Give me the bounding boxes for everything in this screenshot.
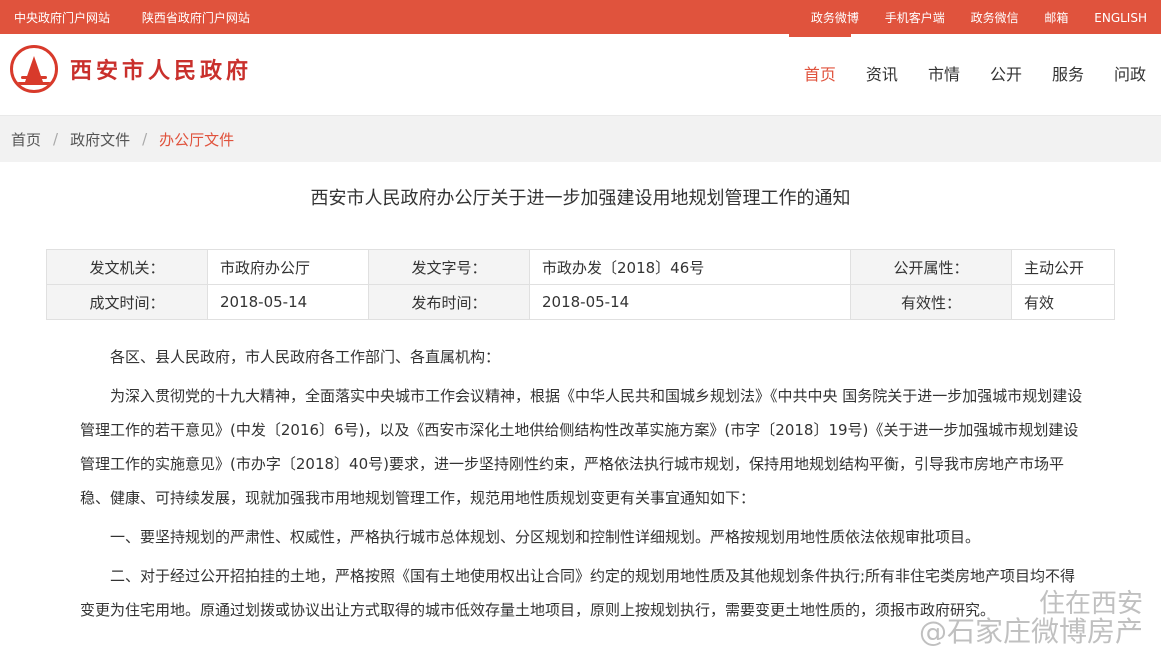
table-row: 成文时间： 2018-05-14 发布时间： 2018-05-14 有效性： 有… bbox=[46, 284, 1115, 320]
link-weibo[interactable]: 政务微博 bbox=[811, 11, 859, 25]
city-emblem-icon bbox=[10, 45, 58, 93]
top-bar: 中央政府门户网站 陕西省政府门户网站 政务微博 手机客户端 政务微信 邮箱 EN… bbox=[0, 0, 1161, 34]
table-row: 发文机关： 市政府办公厅 发文字号： 市政办发〔2018〕46号 公开属性： 主… bbox=[46, 249, 1115, 285]
nav-inquiry[interactable]: 问政 bbox=[1099, 34, 1161, 115]
validity-label: 有效性： bbox=[850, 284, 1012, 320]
validity-value: 有效 bbox=[1011, 284, 1115, 320]
breadcrumb-current[interactable]: 办公厅文件 bbox=[159, 129, 234, 150]
nav-open[interactable]: 公开 bbox=[975, 34, 1037, 115]
document-body: 各区、县人民政府，市人民政府各工作部门、各直属机构： 为深入贯彻党的十九大精神，… bbox=[80, 340, 1085, 627]
body-paragraph: 二、对于经过公开招拍挂的土地，严格按照《国有土地使用权出让合同》约定的规划用地性… bbox=[80, 567, 1076, 619]
public-label: 公开属性： bbox=[850, 249, 1012, 285]
main-nav: 首页 资讯 市情 公开 服务 问政 bbox=[788, 34, 1161, 115]
issuer-value: 市政府办公厅 bbox=[207, 249, 369, 285]
body-paragraph: 一、要坚持规划的严肃性、权威性，严格执行城市总体规划、分区规划和控制性详细规划。… bbox=[110, 528, 981, 546]
link-shaanxi-gov[interactable]: 陕西省政府门户网站 bbox=[142, 11, 250, 25]
link-mail[interactable]: 邮箱 bbox=[1044, 11, 1068, 25]
published-value: 2018-05-14 bbox=[529, 284, 851, 320]
breadcrumb: 首页 / 政府文件 / 办公厅文件 bbox=[0, 116, 1161, 162]
docno-label: 发文字号： bbox=[368, 249, 530, 285]
salutation-paragraph: 各区、县人民政府，市人民政府各工作部门、各直属机构： bbox=[110, 348, 501, 366]
public-value: 主动公开 bbox=[1011, 249, 1115, 285]
nav-city[interactable]: 市情 bbox=[913, 34, 975, 115]
document-title: 西安市人民政府办公厅关于进一步加强建设用地规划管理工作的通知 bbox=[310, 188, 851, 209]
link-central-gov[interactable]: 中央政府门户网站 bbox=[14, 11, 110, 25]
link-wechat[interactable]: 政务微信 bbox=[971, 11, 1019, 25]
created-label: 成文时间： bbox=[46, 284, 208, 320]
created-value: 2018-05-14 bbox=[207, 284, 369, 320]
breadcrumb-separator: / bbox=[53, 130, 59, 148]
published-label: 发布时间： bbox=[368, 284, 530, 320]
document-meta-table: 发文机关： 市政府办公厅 发文字号： 市政办发〔2018〕46号 公开属性： 主… bbox=[46, 249, 1115, 320]
site-logo[interactable]: 西安市人民政府 bbox=[10, 45, 252, 93]
issuer-label: 发文机关： bbox=[46, 249, 208, 285]
link-mobile-client[interactable]: 手机客户端 bbox=[885, 11, 945, 25]
body-paragraph: 为深入贯彻党的十九大精神，全面落实中央城市工作会议精神，根据《中华人民共和国城乡… bbox=[80, 387, 1083, 507]
nav-service[interactable]: 服务 bbox=[1037, 34, 1099, 115]
nav-news[interactable]: 资讯 bbox=[851, 34, 913, 115]
top-bar-right: 政务微博 手机客户端 政务微信 邮箱 ENGLISH bbox=[789, 9, 1147, 26]
top-bar-left: 中央政府门户网站 陕西省政府门户网站 bbox=[14, 9, 278, 26]
nav-home[interactable]: 首页 bbox=[788, 34, 851, 115]
docno-value: 市政办发〔2018〕46号 bbox=[529, 249, 851, 285]
site-title: 西安市人民政府 bbox=[70, 58, 253, 84]
site-header: 西安市人民政府 首页 资讯 市情 公开 服务 问政 bbox=[0, 34, 1161, 116]
breadcrumb-separator: / bbox=[142, 130, 148, 148]
breadcrumb-gov-docs[interactable]: 政府文件 bbox=[70, 129, 130, 150]
link-english[interactable]: ENGLISH bbox=[1094, 11, 1147, 25]
breadcrumb-home[interactable]: 首页 bbox=[11, 129, 41, 150]
